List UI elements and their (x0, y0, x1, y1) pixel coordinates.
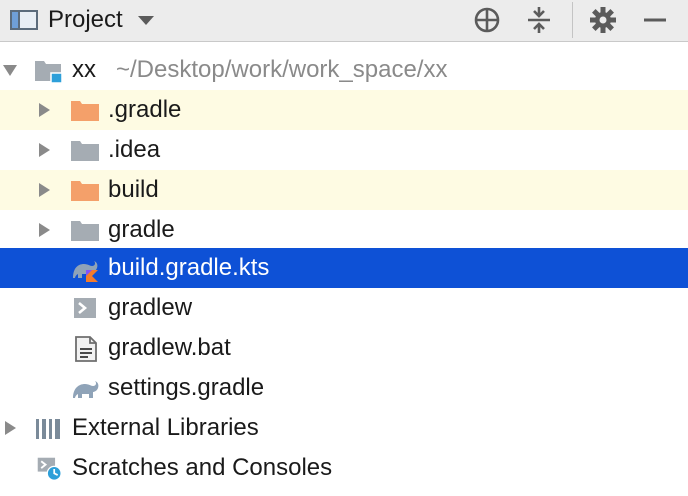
tree-row-label: build (108, 176, 159, 203)
view-selector[interactable]: Project (10, 4, 155, 36)
tree-row-label: .idea (108, 136, 161, 163)
locate-icon (474, 7, 500, 33)
tree-row-build[interactable]: build (0, 170, 688, 210)
tree-row-label: .gradle (108, 96, 182, 123)
tree-row-external-libraries[interactable]: External Libraries (0, 408, 688, 448)
collapsed-arrow-icon[interactable] (36, 222, 52, 238)
excluded-folder-icon (71, 181, 99, 201)
gradle-file-icon (73, 381, 99, 398)
collapsed-arrow-icon[interactable] (2, 420, 18, 436)
library-icon (36, 419, 60, 439)
tree-row-scratches[interactable]: Scratches and Consoles (0, 448, 688, 488)
scratches-icon (37, 457, 62, 481)
module-folder-icon (35, 61, 63, 84)
dropdown-caret-icon (137, 16, 154, 25)
tree-row-root[interactable]: xx ~/Desktop/work/work_space/xx (0, 50, 688, 90)
tree-row-dot-gradle[interactable]: .gradle (0, 90, 688, 130)
gear-icon (590, 7, 616, 33)
settings-button[interactable] (586, 3, 620, 37)
tree-row-settings-gradle[interactable]: settings.gradle (0, 368, 688, 408)
tree-row-label: gradle (108, 216, 175, 243)
expanded-arrow-icon[interactable] (2, 62, 18, 78)
folder-icon (71, 141, 99, 161)
tree-row-label: External Libraries (72, 414, 259, 441)
collapse-all-button[interactable] (522, 3, 556, 37)
tree-row-label: gradlew (108, 294, 193, 321)
gradle-kts-file-icon (73, 261, 98, 282)
locate-button[interactable] (470, 3, 504, 37)
tree-row-label: build.gradle.kts (108, 254, 270, 281)
view-selector-label: Project (48, 6, 123, 33)
tree-row-label: xx ~/Desktop/work/work_space/xx (72, 56, 448, 83)
tree-row-gradlew[interactable]: gradlew (0, 288, 688, 328)
tool-window-header: Project (0, 0, 688, 42)
text-file-icon (75, 336, 97, 362)
tree-row-gradlew-bat[interactable]: gradlew.bat (0, 328, 688, 368)
tree-row-label: Scratches and Consoles (72, 454, 333, 481)
root-path: ~/Desktop/work/work_space/xx (116, 56, 448, 83)
excluded-folder-icon (71, 101, 99, 121)
collapsed-arrow-icon[interactable] (36, 182, 52, 198)
tree-row-idea[interactable]: .idea (0, 130, 688, 170)
project-view-icon (10, 10, 38, 30)
toolbar-separator (572, 2, 573, 38)
tree-row-label: gradlew.bat (108, 334, 231, 361)
collapsed-arrow-icon[interactable] (36, 102, 52, 118)
shell-script-icon (74, 298, 96, 318)
collapsed-arrow-icon[interactable] (36, 142, 52, 158)
minimize-icon (644, 18, 666, 22)
minimize-button[interactable] (638, 3, 672, 37)
tree-row-gradle[interactable]: gradle (0, 210, 688, 250)
folder-icon (71, 221, 99, 241)
tree-row-build-gradle-kts[interactable]: build.gradle.kts (0, 248, 688, 288)
tree-row-label: settings.gradle (108, 374, 265, 401)
collapse-all-icon (528, 7, 550, 33)
